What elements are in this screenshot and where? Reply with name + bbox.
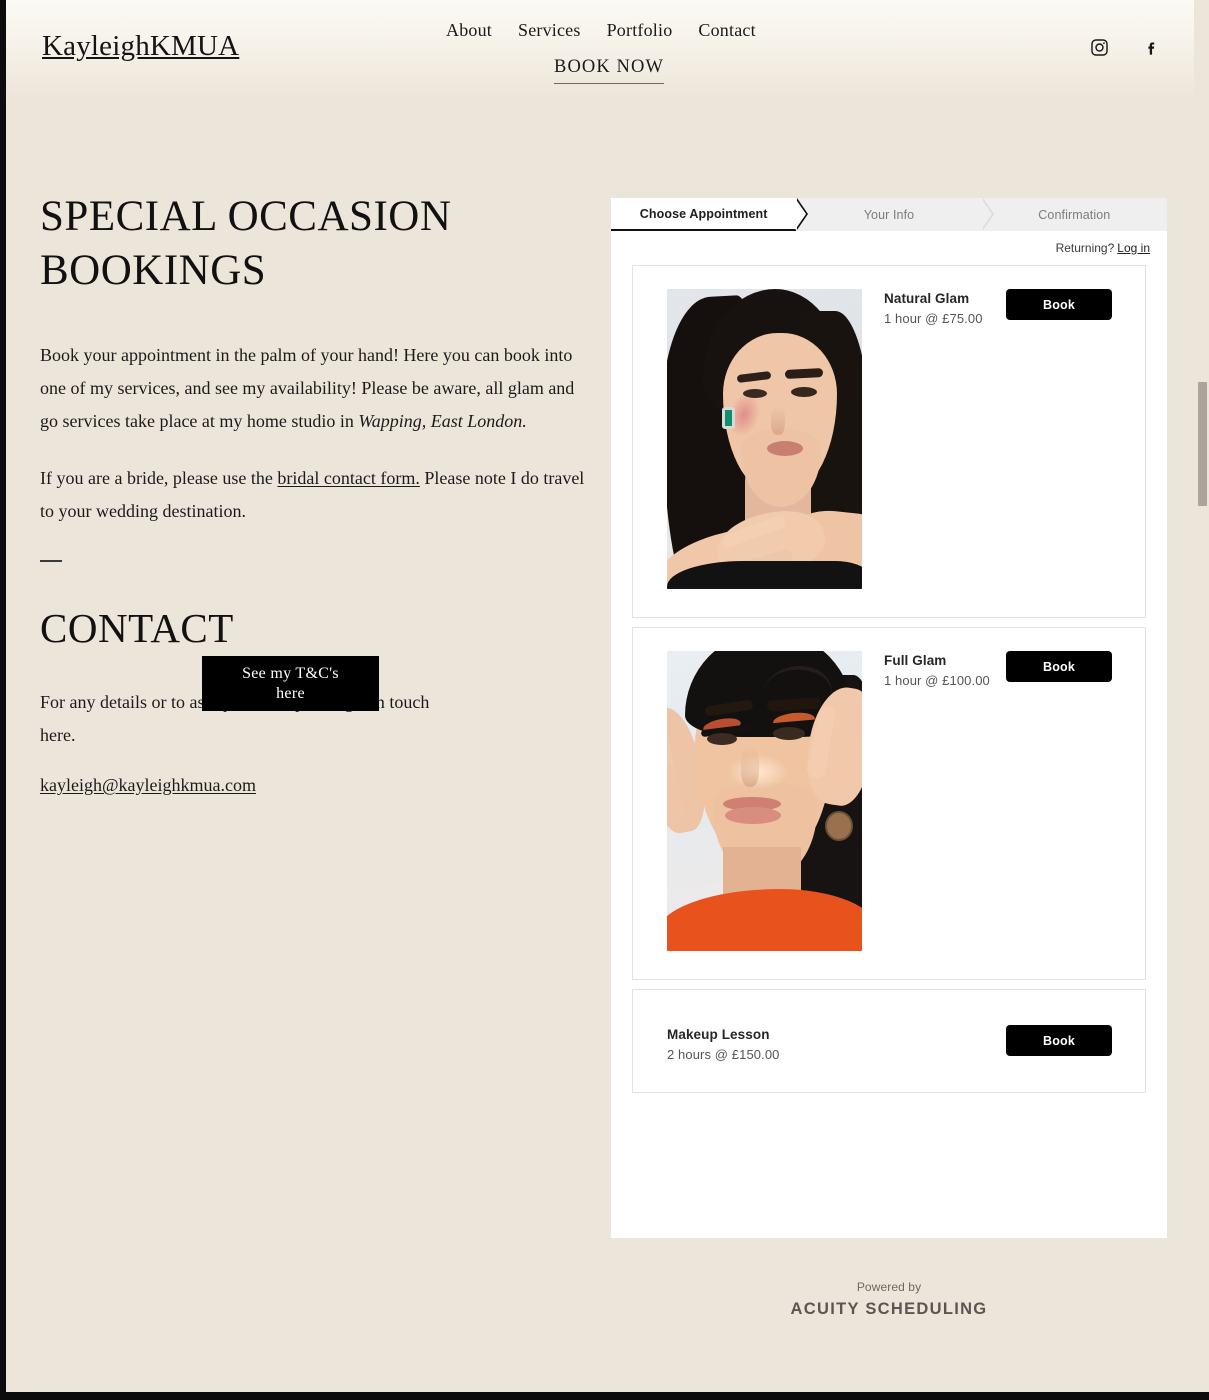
bride-text-before: If you are a bride, please use the <box>40 468 278 488</box>
tab-your-info-label: Your Info <box>863 207 915 222</box>
service-photo-natural-glam <box>667 289 862 589</box>
bridal-contact-form-link[interactable]: bridal contact form. <box>277 468 419 488</box>
book-button[interactable]: Book <box>1006 289 1112 320</box>
tab-choose-appointment[interactable]: Choose Appointment <box>611 198 809 231</box>
service-list: Natural Glam 1 hour @ £75.00 Book Full G… <box>611 265 1167 1093</box>
intro-location: Wapping, East London. <box>358 411 527 431</box>
tab-arrow-icon <box>980 198 992 230</box>
nav-item-contact[interactable]: Contact <box>698 20 755 41</box>
booking-widget: Choose Appointment Your Info Confirmatio… <box>611 198 1167 1238</box>
page-scrollbar-thumb[interactable] <box>1198 382 1207 506</box>
tab-your-info[interactable]: Your Info <box>796 198 994 231</box>
nav-item-portfolio[interactable]: Portfolio <box>607 20 673 41</box>
powered-by-label: Powered by <box>856 1280 922 1294</box>
page-root: KayleighKMUA About Services Portfolio Co… <box>0 0 1209 1400</box>
tab-confirmation[interactable]: Confirmation <box>981 198 1167 231</box>
site-logo[interactable]: KayleighKMUA <box>42 30 239 63</box>
book-button[interactable]: Book <box>1006 651 1112 682</box>
section-divider <box>40 560 62 562</box>
primary-navigation: About Services Portfolio Contact <box>446 20 756 41</box>
site-header: KayleighKMUA About Services Portfolio Co… <box>6 0 1209 100</box>
tab-confirmation-label: Confirmation <box>1038 207 1111 222</box>
service-photo-full-glam <box>667 651 862 951</box>
returning-user-row: Returning? Log in <box>611 231 1167 265</box>
facebook-icon[interactable] <box>1142 38 1161 62</box>
intro-paragraph: Book your appointment in the palm of you… <box>40 339 588 438</box>
service-card[interactable]: Natural Glam 1 hour @ £75.00 Book <box>632 265 1146 618</box>
tab-choose-appointment-label: Choose Appointment <box>639 206 768 221</box>
wizard-tab-bar: Choose Appointment Your Info Confirmatio… <box>611 198 1167 231</box>
social-links <box>1090 38 1161 62</box>
book-button[interactable]: Book <box>1006 1025 1112 1056</box>
returning-label: Returning? <box>1055 241 1115 255</box>
nav-item-services[interactable]: Services <box>518 20 581 41</box>
acuity-footer: Powered by ACUITY SCHEDULING <box>611 1280 1167 1319</box>
service-card[interactable]: Full Glam 1 hour @ £100.00 Book <box>632 627 1146 980</box>
nav-item-about[interactable]: About <box>446 20 492 41</box>
service-card[interactable]: Makeup Lesson 2 hours @ £150.00 Book <box>632 989 1146 1093</box>
bride-paragraph: If you are a bride, please use the brida… <box>40 462 588 528</box>
acuity-scheduling-brand: ACUITY SCHEDULING <box>790 1300 988 1318</box>
tc-button-line-1: See my T&C's <box>242 664 339 682</box>
instagram-icon[interactable] <box>1090 38 1109 62</box>
book-now-wrapper: BOOK NOW <box>554 57 665 84</box>
log-in-link[interactable]: Log in <box>1117 241 1150 255</box>
email-link[interactable]: kayleigh@kayleighkmua.com <box>40 775 256 796</box>
contact-heading: CONTACT <box>40 605 234 651</box>
tc-button-line-2: here <box>276 684 305 702</box>
book-now-link[interactable]: BOOK NOW <box>554 57 665 84</box>
page-title: SPECIAL OCCASION BOOKINGS <box>40 193 452 294</box>
service-meta: Full Glam 1 hour @ £100.00 <box>862 651 1145 956</box>
terms-and-conditions-button[interactable]: See my T&C's here <box>202 656 379 711</box>
service-meta: Natural Glam 1 hour @ £75.00 <box>862 289 1145 594</box>
tab-arrow-icon <box>795 198 807 230</box>
page-scrollbar-track[interactable] <box>1194 0 1209 1392</box>
